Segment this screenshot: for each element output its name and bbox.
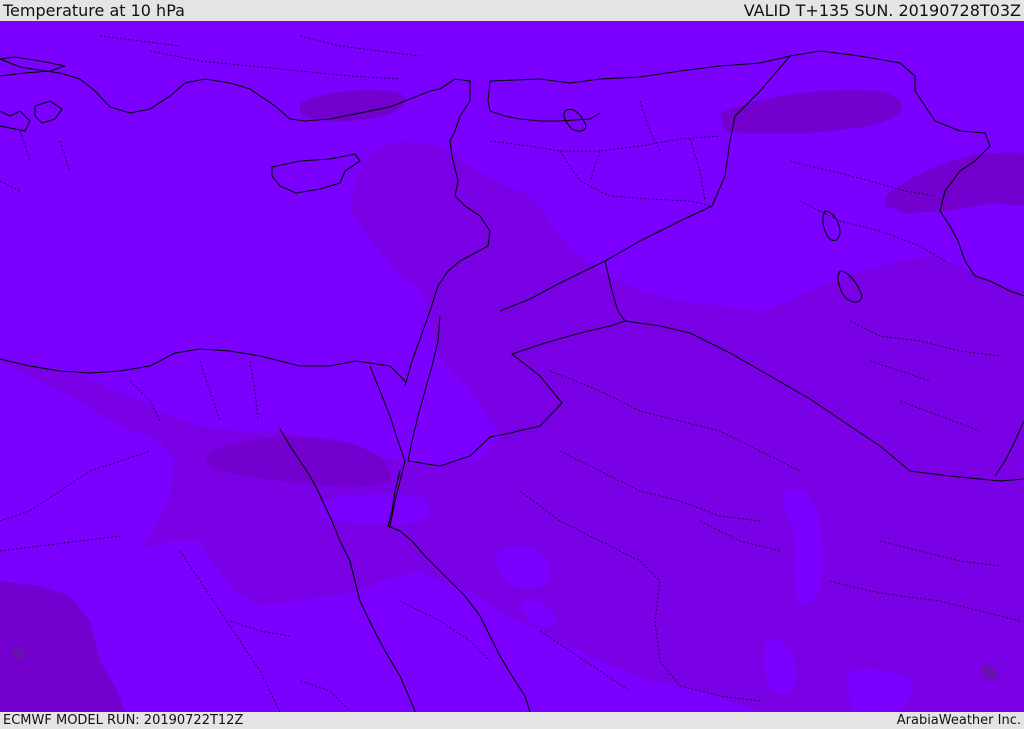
model-run: ECMWF MODEL RUN: 20190722T12Z [3, 713, 244, 728]
header-bar: Temperature at 10 hPa VALID T+135 SUN. 2… [0, 0, 1024, 21]
map-title: Temperature at 10 hPa [3, 1, 185, 20]
field-light-patch [320, 493, 430, 525]
footer-bar: ECMWF MODEL RUN: 20190722T12Z ArabiaWeat… [0, 712, 1024, 729]
valid-time: VALID T+135 SUN. 20190728T03Z [743, 1, 1021, 20]
temperature-map [0, 21, 1024, 712]
credit: ArabiaWeather Inc. [896, 713, 1021, 728]
